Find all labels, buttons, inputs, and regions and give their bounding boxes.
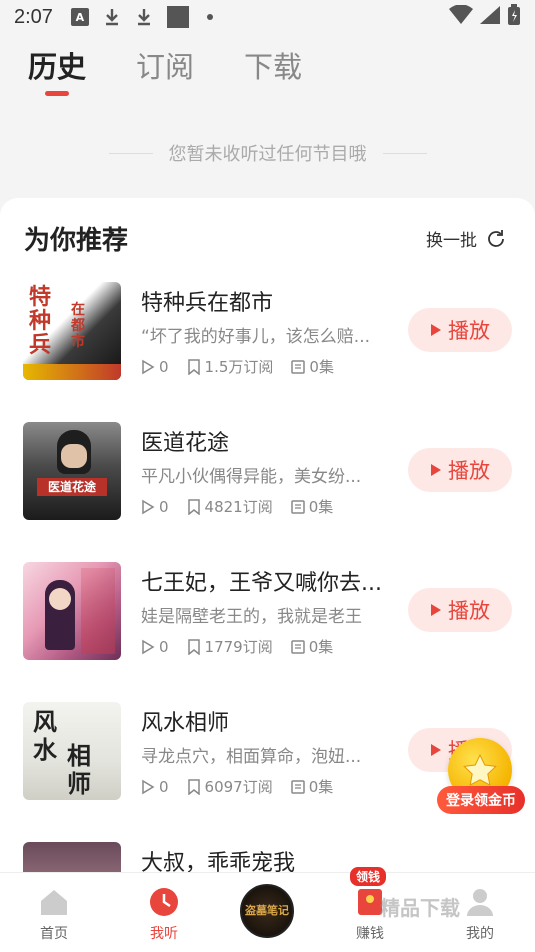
item-meta: 0 1.5万订阅 0集	[141, 356, 352, 377]
episode-count: 0集	[309, 358, 334, 376]
tab-subscriptions-label: 订阅	[136, 50, 195, 84]
play-button[interactable]: 播放	[408, 448, 512, 492]
home-icon	[41, 890, 67, 915]
refresh-label: 换一批	[426, 231, 477, 251]
bookmark-icon	[187, 778, 200, 795]
list-item[interactable]: 七王妃，王爷又喊你去... 娃是隔壁老王的，我就是老王 0 1779订阅 0集 …	[23, 562, 513, 662]
play-count-icon	[142, 779, 155, 794]
more-notifications-dot-icon	[206, 14, 213, 20]
login-coin-button[interactable]: 登录领金币	[437, 786, 525, 814]
list-item[interactable]: 特种兵 在都市 特种兵在都市 “坏了我的好事儿，该怎么赔... 0 1.5万订阅…	[23, 282, 513, 382]
list-item[interactable]: 医道花途 医道花途 平凡小伙偶得异能，美女纷... 0 4821订阅 0集 播放	[23, 422, 513, 522]
play-count-icon	[142, 639, 155, 654]
episode-count: 0集	[308, 638, 334, 656]
recommend-title: 为你推荐	[24, 226, 129, 256]
a-badge-icon: A	[70, 8, 89, 26]
recommend-header: 为你推荐 换一批	[24, 220, 507, 257]
nav-home-label: 首页	[40, 926, 68, 942]
episode-count: 0集	[308, 778, 334, 796]
wifi-icon	[449, 3, 473, 30]
tab-history-label: 历史	[28, 50, 87, 84]
tab-subscriptions[interactable]: 订阅	[136, 44, 194, 100]
item-title: 风水相师	[141, 711, 230, 736]
play-icon	[431, 604, 441, 616]
play-label: 播放	[448, 459, 490, 483]
item-title: 特种兵在都市	[141, 291, 274, 316]
item-desc: “坏了我的好事儿，该怎么赔...	[141, 327, 371, 347]
play-count: 0	[159, 357, 169, 376]
play-count: 0	[159, 497, 169, 516]
cover-image: 特种兵 在都市	[23, 282, 121, 380]
play-count-icon	[142, 499, 155, 514]
bookmark-icon	[187, 498, 200, 515]
item-meta: 0 1779订阅 0集	[141, 636, 351, 657]
battery-icon	[507, 3, 521, 31]
empty-history-notice: 您暂未收听过任何节目哦	[0, 140, 535, 166]
status-time: 2:07	[14, 5, 53, 28]
item-meta: 0 6097订阅 0集	[141, 776, 351, 797]
subscription-count: 4821订阅	[204, 498, 273, 516]
nav-earn-label: 赚钱	[356, 926, 384, 942]
now-playing-title: 盗墓笔记	[245, 904, 289, 917]
item-meta: 0 4821订阅 0集	[141, 496, 351, 517]
bookmark-icon	[187, 638, 200, 655]
nav-mine-label: 我的	[466, 926, 494, 942]
list-item[interactable]: 风水 相师 风水相师 寻龙点穴，相面算命，泡妞... 0 6097订阅 0集 播…	[23, 702, 513, 802]
top-tabs: 历史 订阅 下载	[28, 44, 302, 100]
play-icon	[431, 464, 441, 476]
episodes-icon	[290, 779, 305, 794]
watermark: 精品下载	[380, 896, 460, 920]
subscription-count: 1.5万订阅	[204, 358, 274, 376]
divider	[382, 152, 427, 154]
cover-image: 医道花途	[23, 422, 121, 520]
now-playing-disc[interactable]: 盗墓笔记	[240, 884, 294, 938]
status-bar: 2:07 A	[0, 0, 535, 34]
item-desc: 娃是隔壁老王的，我就是老王	[141, 607, 362, 627]
play-icon	[431, 744, 441, 756]
play-button[interactable]: 播放	[408, 588, 512, 632]
play-icon	[431, 324, 441, 336]
star-icon	[463, 754, 497, 786]
nav-home[interactable]: 首页	[14, 873, 94, 952]
play-label: 播放	[448, 319, 490, 343]
cover-image	[23, 562, 121, 660]
bookmark-icon	[187, 358, 200, 375]
nav-listen[interactable]: 我听	[124, 873, 204, 952]
play-count: 0	[159, 777, 169, 796]
tab-active-indicator	[45, 91, 69, 96]
user-icon	[467, 889, 493, 916]
play-button[interactable]: 播放	[408, 308, 512, 352]
episode-count: 0集	[308, 498, 334, 516]
item-desc: 平凡小伙偶得异能，美女纷...	[141, 467, 362, 487]
notification-square-icon	[166, 6, 189, 28]
subscription-count: 1779订阅	[204, 638, 273, 656]
item-desc: 寻龙点穴，相面算命，泡妞...	[141, 747, 362, 767]
clock-icon	[150, 888, 178, 916]
tab-downloads-label: 下载	[244, 50, 303, 84]
refresh-icon	[488, 229, 504, 247]
item-title: 七王妃，王爷又喊你去...	[141, 571, 382, 596]
tab-downloads[interactable]: 下载	[244, 44, 302, 100]
cell-signal-icon	[479, 5, 501, 30]
refresh-button[interactable]: 换一批	[426, 226, 507, 251]
empty-text: 您暂未收听过任何节目哦	[168, 144, 367, 165]
item-title: 医道花途	[141, 431, 230, 456]
subscription-count: 6097订阅	[204, 778, 273, 796]
episodes-icon	[291, 359, 306, 374]
download-icon	[103, 8, 121, 26]
earn-badge: 领钱	[350, 867, 387, 886]
nav-listen-label: 我听	[150, 926, 178, 942]
play-count: 0	[159, 637, 169, 656]
cover-image: 风水 相师	[23, 702, 121, 800]
download-icon	[135, 8, 153, 26]
tab-history[interactable]: 历史	[28, 44, 86, 100]
play-count-icon	[142, 359, 155, 374]
divider	[108, 152, 153, 154]
episodes-icon	[290, 499, 305, 514]
episodes-icon	[290, 639, 305, 654]
play-label: 播放	[448, 599, 490, 623]
